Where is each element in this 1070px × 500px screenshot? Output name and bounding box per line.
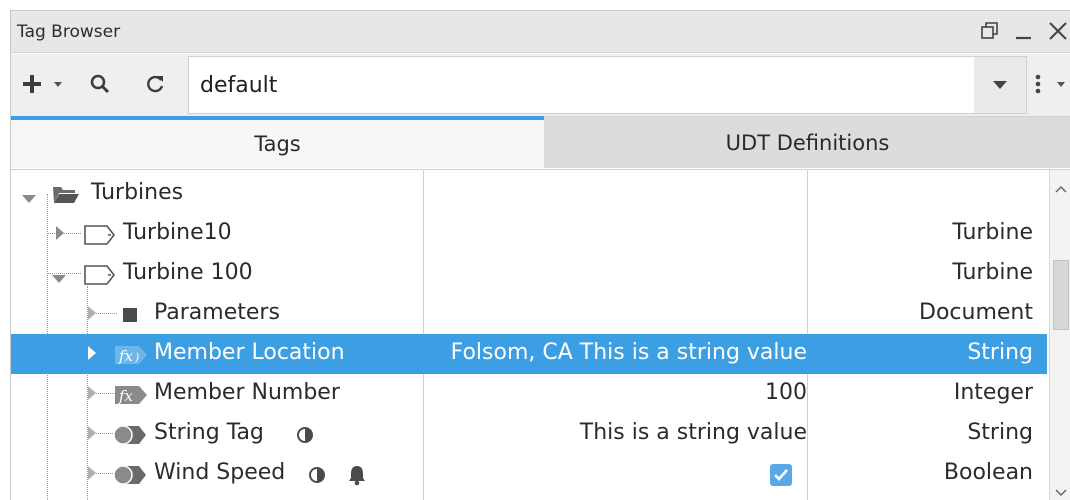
expand-arrow-icon[interactable] [87, 305, 97, 325]
tag-type: Turbine [952, 220, 1033, 245]
scroll-down-icon[interactable] [1055, 482, 1067, 500]
tag-type: String [967, 340, 1033, 365]
tree-row[interactable]: Parameters Document [11, 294, 1047, 334]
tag-name: Turbine10 [123, 220, 232, 245]
svg-text:fx: fx [118, 387, 134, 405]
svg-text:): ) [134, 351, 139, 364]
vertical-ellipsis-icon[interactable] [1032, 70, 1044, 98]
window-title: Tag Browser [17, 22, 121, 42]
memory-tag-icon [113, 464, 149, 490]
minimize-icon[interactable] [1012, 19, 1036, 43]
tag-type: Boolean [943, 460, 1033, 485]
tree-row-selected[interactable]: fx) Member Location Folsom, CA This is a… [11, 334, 1047, 374]
expand-arrow-icon[interactable] [21, 189, 37, 208]
tree-row[interactable]: Turbines [11, 174, 1047, 214]
expand-arrow-icon[interactable] [87, 345, 97, 365]
vertical-scrollbar[interactable] [1049, 170, 1070, 500]
tag-name: Turbines [91, 180, 184, 205]
expand-arrow-icon[interactable] [87, 385, 97, 405]
scrollbar-thumb[interactable] [1053, 260, 1069, 330]
tree-row[interactable]: Wind Speed Boolean [11, 454, 1047, 494]
tag-type: Document [919, 300, 1033, 325]
expand-arrow-icon[interactable] [87, 465, 97, 485]
tree-row[interactable]: Turbine 100 Turbine [11, 254, 1047, 294]
tree-row[interactable]: String Tag This is a string value String [11, 414, 1047, 454]
tag-name: Turbine 100 [123, 260, 253, 285]
tag-provider-select[interactable]: default [188, 56, 1027, 114]
more-caret-icon[interactable] [1055, 70, 1067, 98]
tab-udt-definitions[interactable]: UDT Definitions [544, 116, 1070, 168]
svg-text:fx: fx [118, 347, 134, 365]
tag-name: Wind Speed [154, 460, 286, 485]
refresh-icon[interactable] [142, 70, 168, 98]
history-icon [296, 426, 314, 448]
alarm-bell-icon [347, 464, 367, 490]
tag-type: Integer [953, 380, 1033, 405]
tag-name: String Tag [154, 420, 264, 445]
search-icon[interactable] [87, 70, 113, 98]
tag-browser-panel: Tag Browser default Tags UDT Definitions… [10, 10, 1070, 500]
folder-open-icon [51, 183, 81, 209]
tab-udt-label: UDT Definitions [725, 130, 890, 155]
browser-tabs: Tags UDT Definitions [11, 116, 1070, 168]
tag-type: String [967, 420, 1033, 445]
caret-down-icon[interactable] [51, 70, 65, 98]
tag-value: Folsom, CA This is a string value [450, 340, 807, 365]
expand-arrow-icon[interactable] [55, 225, 65, 245]
parameters-square-icon [123, 307, 137, 326]
tag-name: Member Location [154, 340, 345, 365]
provider-value: default [200, 73, 278, 98]
tag-name: Member Number [154, 380, 340, 405]
expand-arrow-icon[interactable] [51, 269, 67, 288]
chevron-down-icon[interactable] [974, 57, 1026, 113]
tab-tags-label: Tags [254, 132, 301, 156]
restore-icon[interactable] [978, 19, 1002, 43]
boolean-checkbox[interactable] [769, 463, 793, 491]
plus-icon[interactable] [19, 70, 45, 98]
title-bar: Tag Browser [11, 11, 1070, 53]
memory-tag-icon [113, 424, 149, 450]
expression-tag-icon: fx [111, 383, 151, 411]
expand-arrow-icon[interactable] [87, 425, 97, 445]
history-icon [308, 466, 326, 488]
tag-value: This is a string value [579, 420, 807, 445]
toolbar: default [11, 54, 1070, 116]
udt-instance-icon [83, 263, 119, 291]
tag-value: 100 [765, 380, 807, 405]
tag-type: Turbine [952, 260, 1033, 285]
close-icon[interactable] [1046, 19, 1070, 43]
tag-tree-table: Turbines Turbine10 Turbine Turbine 100 T… [11, 169, 1070, 500]
tree-row[interactable]: fx Member Number 100 Integer [11, 374, 1047, 414]
udt-instance-icon [83, 223, 119, 251]
tab-tags[interactable]: Tags [11, 116, 544, 168]
expression-tag-icon: fx) [111, 343, 151, 371]
tree-row[interactable]: Turbine10 Turbine [11, 214, 1047, 254]
scroll-up-icon[interactable] [1055, 178, 1067, 197]
tag-name: Parameters [154, 300, 280, 325]
